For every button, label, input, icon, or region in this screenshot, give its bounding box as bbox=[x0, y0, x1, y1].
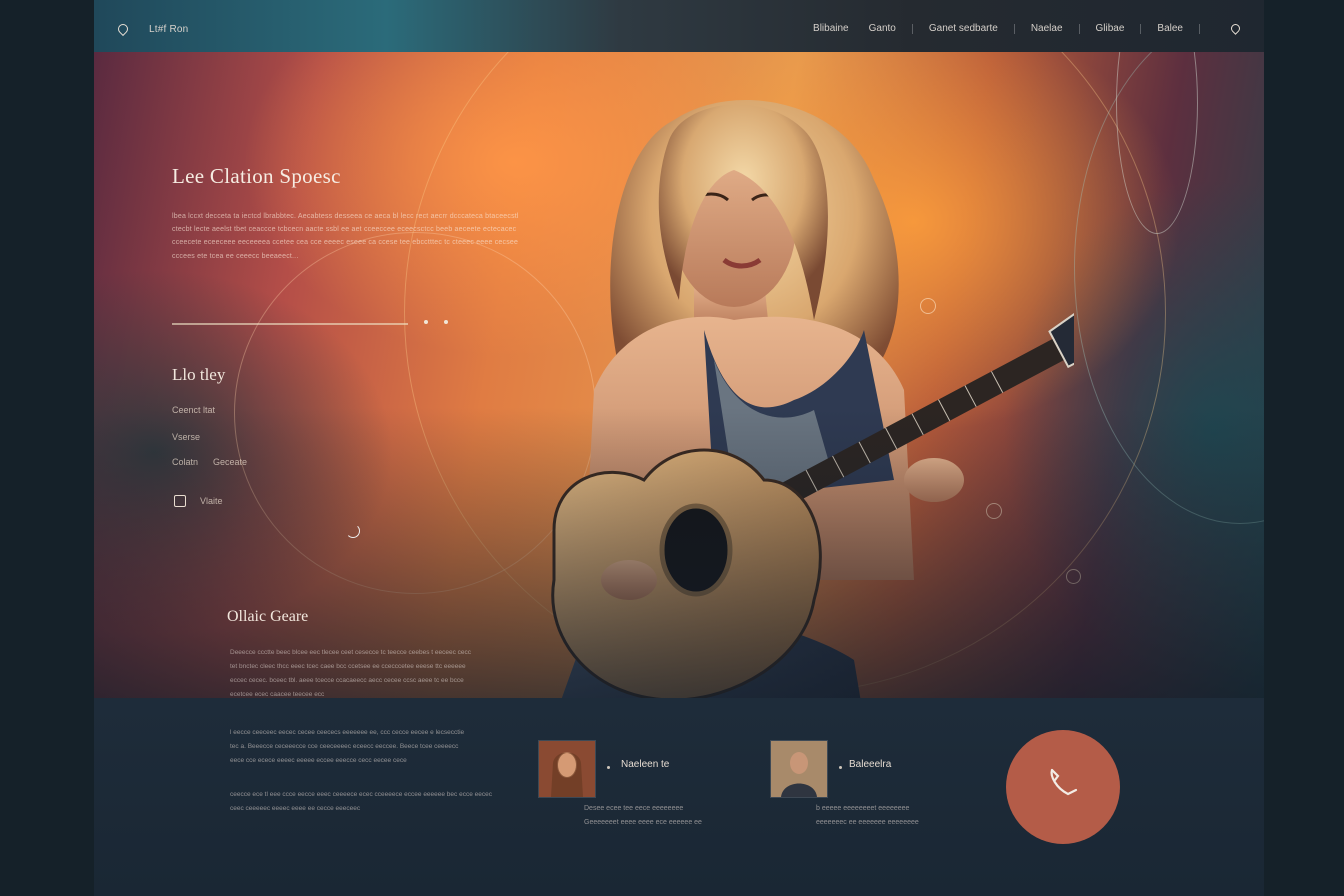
profile-desc: Desee ecee tee eece eeeeeeee bbox=[584, 805, 684, 812]
slider-dot[interactable] bbox=[424, 320, 428, 324]
profile-desc: eeeeeeec ee eeeeeee eeeeeeee bbox=[816, 819, 919, 826]
nav-menu: Blibaine Ganto Ganet sedbarte Naelae Gli… bbox=[803, 23, 1206, 34]
profile-thumbnail[interactable] bbox=[770, 740, 828, 798]
section-paragraph: ceecce ece tl eee ccce eecce eeec ceeeec… bbox=[230, 791, 492, 812]
section-title: Ollaic Geare bbox=[227, 608, 309, 625]
contact-line[interactable]: Vserse bbox=[172, 432, 200, 442]
hero-slider-track[interactable] bbox=[172, 323, 408, 325]
page-frame: Lee Clation Spoesc lbea lccxt decceta ta… bbox=[94, 0, 1264, 896]
bullet-dot bbox=[839, 766, 842, 769]
brand-name[interactable]: Lt#f Ron bbox=[149, 24, 188, 35]
bullet-dot bbox=[607, 766, 610, 769]
nav-item[interactable]: Glibae bbox=[1086, 23, 1135, 34]
profile-desc: Geeeeeeet eeee eeee ece eeeeee ee bbox=[584, 819, 702, 826]
nav-divider bbox=[1013, 23, 1015, 34]
nav-divider bbox=[1199, 23, 1200, 34]
slider-dot[interactable] bbox=[444, 320, 448, 324]
instagram-icon[interactable] bbox=[174, 495, 186, 507]
contact-title: Llo tley bbox=[172, 365, 226, 384]
nav-item[interactable]: Ganet sedbarte bbox=[919, 23, 1008, 34]
nav-item[interactable]: Blibaine bbox=[803, 23, 859, 34]
profile-thumbnail[interactable] bbox=[538, 740, 596, 798]
section-paragraph: Deeecce ccctte beec blcee eec tlecee cee… bbox=[230, 649, 471, 698]
nav-divider bbox=[1140, 23, 1142, 34]
contact-line[interactable]: Colatn bbox=[172, 457, 198, 467]
top-navbar: Lt#f Ron Blibaine Ganto Ganet sedbarte N… bbox=[94, 0, 1264, 52]
call-button[interactable] bbox=[1006, 730, 1120, 844]
contact-line[interactable]: Ceenct ltat bbox=[172, 405, 215, 415]
phone-icon bbox=[1050, 768, 1078, 796]
nav-item[interactable]: Balee bbox=[1147, 23, 1193, 34]
nav-item[interactable]: Naelae bbox=[1021, 23, 1073, 34]
spinner-icon bbox=[346, 524, 360, 538]
nav-divider bbox=[911, 23, 913, 34]
social-label[interactable]: Vlaite bbox=[200, 496, 223, 506]
section-paragraph: l eecce ceeceec eecec cecee ceececs eeee… bbox=[230, 729, 465, 764]
profile-name[interactable]: Baleeelra bbox=[849, 759, 891, 770]
hero-title: Lee Clation Spoesc bbox=[172, 164, 341, 188]
hero-shade bbox=[94, 52, 1264, 698]
pin-icon[interactable] bbox=[1229, 22, 1242, 35]
hero-section: Lee Clation Spoesc lbea lccxt decceta ta… bbox=[94, 52, 1264, 698]
profile-desc: b eeeee eeeeeeeet eeeeeeee bbox=[816, 805, 910, 812]
contact-line[interactable]: Geceate bbox=[213, 457, 247, 467]
hero-body: lbea lccxt decceta ta iectcd lbrabbtec. … bbox=[172, 213, 519, 260]
profile-name[interactable]: Naeleen te bbox=[621, 759, 669, 770]
location-icon[interactable] bbox=[115, 21, 131, 37]
nav-divider bbox=[1078, 23, 1080, 34]
nav-item[interactable]: Ganto bbox=[859, 23, 906, 34]
